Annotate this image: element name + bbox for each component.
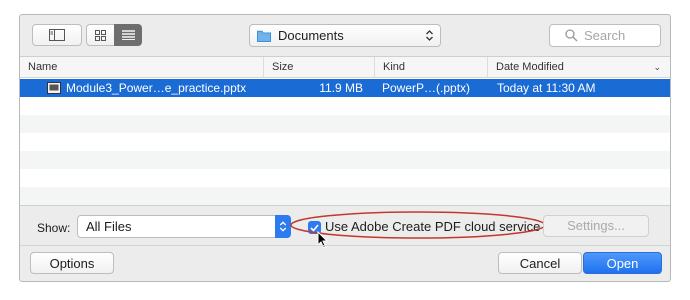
empty-row [20, 187, 670, 205]
icon-view-grid-icon [95, 29, 106, 41]
chevron-updown-icon [426, 30, 433, 41]
list-view-icon [121, 30, 135, 40]
empty-row [20, 97, 670, 115]
file-kind: PowerP…(.pptx) [382, 81, 471, 95]
file-dialog: Documents Search Name Size Kind Date Mod… [19, 14, 671, 282]
file-list[interactable]: Name Size Kind Date Modified ⌄ Module3_P… [20, 56, 670, 206]
sort-chevron-icon: ⌄ [653, 62, 661, 72]
pptx-file-icon [47, 82, 61, 94]
column-header-kind[interactable]: Kind [375, 57, 488, 78]
column-header-date-modified[interactable]: Date Modified ⌄ [488, 57, 670, 78]
empty-row [20, 151, 670, 169]
show-select-value: All Files [86, 219, 132, 234]
sidebar-icon [49, 29, 65, 41]
icon-view-button[interactable] [86, 24, 115, 46]
file-row[interactable]: Module3_Power…e_practice.pptx 11.9 MB Po… [20, 79, 670, 97]
empty-row [20, 133, 670, 151]
options-button[interactable]: Options [30, 252, 114, 274]
list-view-button[interactable] [114, 24, 142, 46]
column-header-row: Name Size Kind Date Modified ⌄ [20, 57, 670, 78]
search-icon [565, 29, 578, 42]
cancel-button[interactable]: Cancel [498, 252, 582, 274]
search-placeholder: Search [584, 28, 626, 43]
folder-icon [257, 30, 271, 42]
file-name: Module3_Power…e_practice.pptx [66, 81, 247, 95]
mouse-pointer-icon [317, 231, 329, 249]
column-header-date-label: Date Modified [496, 61, 564, 73]
divider [20, 245, 670, 246]
file-size: 11.9 MB [319, 81, 363, 95]
show-file-type-select[interactable]: All Files [77, 215, 291, 238]
column-header-name[interactable]: Name [20, 57, 264, 78]
open-button[interactable]: Open [583, 252, 662, 274]
location-popup[interactable]: Documents [249, 24, 441, 47]
location-label: Documents [278, 28, 344, 43]
empty-row [20, 169, 670, 187]
settings-button[interactable]: Settings... [543, 215, 649, 237]
search-field[interactable]: Search [549, 24, 661, 47]
show-label: Show: [37, 221, 71, 235]
sidebar-toggle-button[interactable] [32, 24, 82, 46]
file-date-modified: Today at 11:30 AM [497, 81, 596, 95]
column-header-size[interactable]: Size [264, 57, 375, 78]
empty-row [20, 115, 670, 133]
